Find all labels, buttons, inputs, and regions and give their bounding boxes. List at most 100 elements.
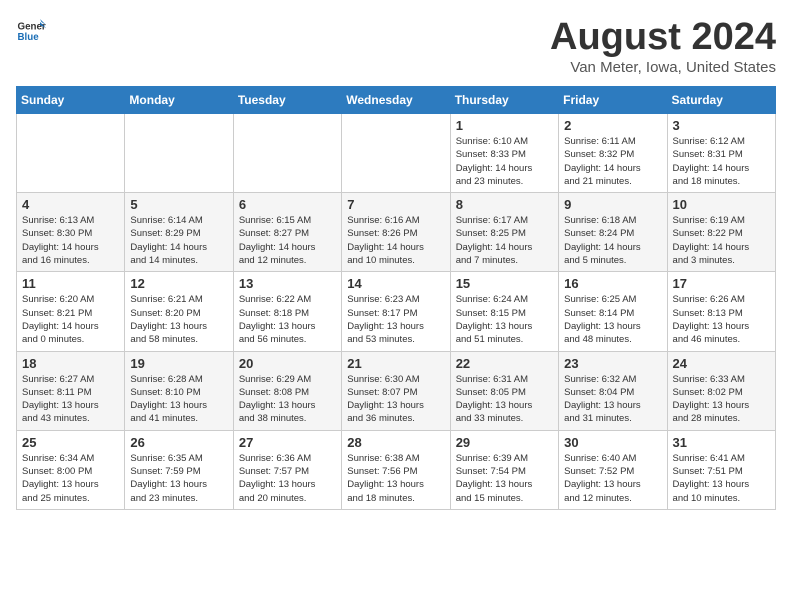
day-info: Sunrise: 6:41 AM Sunset: 7:51 PM Dayligh…: [673, 452, 770, 505]
logo-icon: General Blue: [16, 16, 46, 46]
day-number: 15: [456, 276, 553, 291]
calendar-day-cell: 23 Sunrise: 6:32 AM Sunset: 8:04 PM Dayli…: [559, 351, 667, 430]
day-number: 8: [456, 197, 553, 212]
calendar-day-cell: 26 Sunrise: 6:35 AM Sunset: 7:59 PM Dayli…: [125, 430, 233, 509]
calendar-day-cell: 6 Sunrise: 6:15 AM Sunset: 8:27 PM Daylig…: [233, 193, 341, 272]
calendar-day-cell: [125, 114, 233, 193]
day-number: 28: [347, 435, 444, 450]
day-number: 26: [130, 435, 227, 450]
calendar-day-cell: 10 Sunrise: 6:19 AM Sunset: 8:22 PM Dayli…: [667, 193, 775, 272]
calendar-day-cell: 25 Sunrise: 6:34 AM Sunset: 8:00 PM Dayli…: [17, 430, 125, 509]
day-info: Sunrise: 6:36 AM Sunset: 7:57 PM Dayligh…: [239, 452, 336, 505]
day-info: Sunrise: 6:14 AM Sunset: 8:29 PM Dayligh…: [130, 214, 227, 267]
calendar-day-cell: 27 Sunrise: 6:36 AM Sunset: 7:57 PM Dayli…: [233, 430, 341, 509]
location-subtitle: Van Meter, Iowa, United States: [550, 59, 776, 76]
calendar-day-cell: 9Sunrise: 6:18 AM Sunset: 8:24 PM Daylig…: [559, 193, 667, 272]
day-info: Sunrise: 6:12 AM Sunset: 8:31 PM Dayligh…: [673, 135, 770, 188]
day-info: Sunrise: 6:21 AM Sunset: 8:20 PM Dayligh…: [130, 293, 227, 346]
day-info: Sunrise: 6:40 AM Sunset: 7:52 PM Dayligh…: [564, 452, 661, 505]
calendar-day-cell: 24 Sunrise: 6:33 AM Sunset: 8:02 PM Dayli…: [667, 351, 775, 430]
day-info: Sunrise: 6:10 AM Sunset: 8:33 PM Dayligh…: [456, 135, 553, 188]
day-number: 1: [456, 118, 553, 133]
day-number: 23: [564, 356, 661, 371]
weekday-header-thursday: Thursday: [450, 87, 558, 114]
day-info: Sunrise: 6:31 AM Sunset: 8:05 PM Dayligh…: [456, 373, 553, 426]
calendar-day-cell: 7 Sunrise: 6:16 AM Sunset: 8:26 PM Daylig…: [342, 193, 450, 272]
calendar-week-row: 4 Sunrise: 6:13 AM Sunset: 8:30 PM Daylig…: [17, 193, 776, 272]
day-number: 22: [456, 356, 553, 371]
calendar-day-cell: [233, 114, 341, 193]
day-info: Sunrise: 6:11 AM Sunset: 8:32 PM Dayligh…: [564, 135, 661, 188]
weekday-header-row: SundayMondayTuesdayWednesdayThursdayFrid…: [17, 87, 776, 114]
weekday-header-sunday: Sunday: [17, 87, 125, 114]
day-number: 20: [239, 356, 336, 371]
day-info: Sunrise: 6:16 AM Sunset: 8:26 PM Dayligh…: [347, 214, 444, 267]
day-number: 17: [673, 276, 770, 291]
day-info: Sunrise: 6:29 AM Sunset: 8:08 PM Dayligh…: [239, 373, 336, 426]
day-info: Sunrise: 6:35 AM Sunset: 7:59 PM Dayligh…: [130, 452, 227, 505]
calendar-day-cell: 28 Sunrise: 6:38 AM Sunset: 7:56 PM Dayli…: [342, 430, 450, 509]
calendar-day-cell: 4 Sunrise: 6:13 AM Sunset: 8:30 PM Daylig…: [17, 193, 125, 272]
day-info: Sunrise: 6:33 AM Sunset: 8:02 PM Dayligh…: [673, 373, 770, 426]
day-number: 9: [564, 197, 661, 212]
day-number: 29: [456, 435, 553, 450]
weekday-header-saturday: Saturday: [667, 87, 775, 114]
calendar-day-cell: 2 Sunrise: 6:11 AM Sunset: 8:32 PM Daylig…: [559, 114, 667, 193]
day-number: 13: [239, 276, 336, 291]
day-number: 4: [22, 197, 119, 212]
page-header: General Blue August 2024 Van Meter, Iowa…: [16, 16, 776, 76]
calendar-day-cell: 22 Sunrise: 6:31 AM Sunset: 8:05 PM Dayli…: [450, 351, 558, 430]
calendar-day-cell: [17, 114, 125, 193]
svg-text:Blue: Blue: [18, 32, 40, 43]
day-info: Sunrise: 6:38 AM Sunset: 7:56 PM Dayligh…: [347, 452, 444, 505]
calendar-day-cell: 8 Sunrise: 6:17 AM Sunset: 8:25 PM Daylig…: [450, 193, 558, 272]
day-number: 18: [22, 356, 119, 371]
day-info: Sunrise: 6:23 AM Sunset: 8:17 PM Dayligh…: [347, 293, 444, 346]
day-number: 25: [22, 435, 119, 450]
day-info: Sunrise: 6:30 AM Sunset: 8:07 PM Dayligh…: [347, 373, 444, 426]
day-info: Sunrise: 6:24 AM Sunset: 8:15 PM Dayligh…: [456, 293, 553, 346]
calendar-week-row: 11Sunrise: 6:20 AM Sunset: 8:21 PM Dayli…: [17, 272, 776, 351]
calendar-week-row: 18Sunrise: 6:27 AM Sunset: 8:11 PM Dayli…: [17, 351, 776, 430]
day-info: Sunrise: 6:22 AM Sunset: 8:18 PM Dayligh…: [239, 293, 336, 346]
title-section: August 2024 Van Meter, Iowa, United Stat…: [550, 16, 776, 76]
calendar-day-cell: 13 Sunrise: 6:22 AM Sunset: 8:18 PM Dayli…: [233, 272, 341, 351]
weekday-header-friday: Friday: [559, 87, 667, 114]
calendar-day-cell: 19Sunrise: 6:28 AM Sunset: 8:10 PM Dayli…: [125, 351, 233, 430]
calendar-day-cell: 16Sunrise: 6:25 AM Sunset: 8:14 PM Dayli…: [559, 272, 667, 351]
day-info: Sunrise: 6:13 AM Sunset: 8:30 PM Dayligh…: [22, 214, 119, 267]
calendar-day-cell: 5 Sunrise: 6:14 AM Sunset: 8:29 PM Daylig…: [125, 193, 233, 272]
day-number: 7: [347, 197, 444, 212]
day-number: 12: [130, 276, 227, 291]
day-number: 14: [347, 276, 444, 291]
calendar-table: SundayMondayTuesdayWednesdayThursdayFrid…: [16, 86, 776, 510]
calendar-day-cell: 20 Sunrise: 6:29 AM Sunset: 8:08 PM Dayli…: [233, 351, 341, 430]
calendar-day-cell: 21 Sunrise: 6:30 AM Sunset: 8:07 PM Dayli…: [342, 351, 450, 430]
calendar-day-cell: 11Sunrise: 6:20 AM Sunset: 8:21 PM Dayli…: [17, 272, 125, 351]
day-info: Sunrise: 6:15 AM Sunset: 8:27 PM Dayligh…: [239, 214, 336, 267]
calendar-day-cell: 30 Sunrise: 6:40 AM Sunset: 7:52 PM Dayli…: [559, 430, 667, 509]
day-info: Sunrise: 6:17 AM Sunset: 8:25 PM Dayligh…: [456, 214, 553, 267]
day-number: 19: [130, 356, 227, 371]
day-number: 21: [347, 356, 444, 371]
day-info: Sunrise: 6:20 AM Sunset: 8:21 PM Dayligh…: [22, 293, 119, 346]
day-info: Sunrise: 6:34 AM Sunset: 8:00 PM Dayligh…: [22, 452, 119, 505]
day-number: 5: [130, 197, 227, 212]
calendar-week-row: 25 Sunrise: 6:34 AM Sunset: 8:00 PM Dayli…: [17, 430, 776, 509]
day-number: 2: [564, 118, 661, 133]
calendar-week-row: 1 Sunrise: 6:10 AM Sunset: 8:33 PM Daylig…: [17, 114, 776, 193]
day-number: 6: [239, 197, 336, 212]
day-number: 30: [564, 435, 661, 450]
calendar-day-cell: 15 Sunrise: 6:24 AM Sunset: 8:15 PM Dayli…: [450, 272, 558, 351]
day-info: Sunrise: 6:39 AM Sunset: 7:54 PM Dayligh…: [456, 452, 553, 505]
weekday-header-tuesday: Tuesday: [233, 87, 341, 114]
svg-text:General: General: [18, 22, 47, 33]
calendar-day-cell: 17Sunrise: 6:26 AM Sunset: 8:13 PM Dayli…: [667, 272, 775, 351]
day-number: 10: [673, 197, 770, 212]
day-info: Sunrise: 6:19 AM Sunset: 8:22 PM Dayligh…: [673, 214, 770, 267]
weekday-header-wednesday: Wednesday: [342, 87, 450, 114]
day-number: 27: [239, 435, 336, 450]
day-number: 24: [673, 356, 770, 371]
calendar-day-cell: [342, 114, 450, 193]
day-info: Sunrise: 6:32 AM Sunset: 8:04 PM Dayligh…: [564, 373, 661, 426]
